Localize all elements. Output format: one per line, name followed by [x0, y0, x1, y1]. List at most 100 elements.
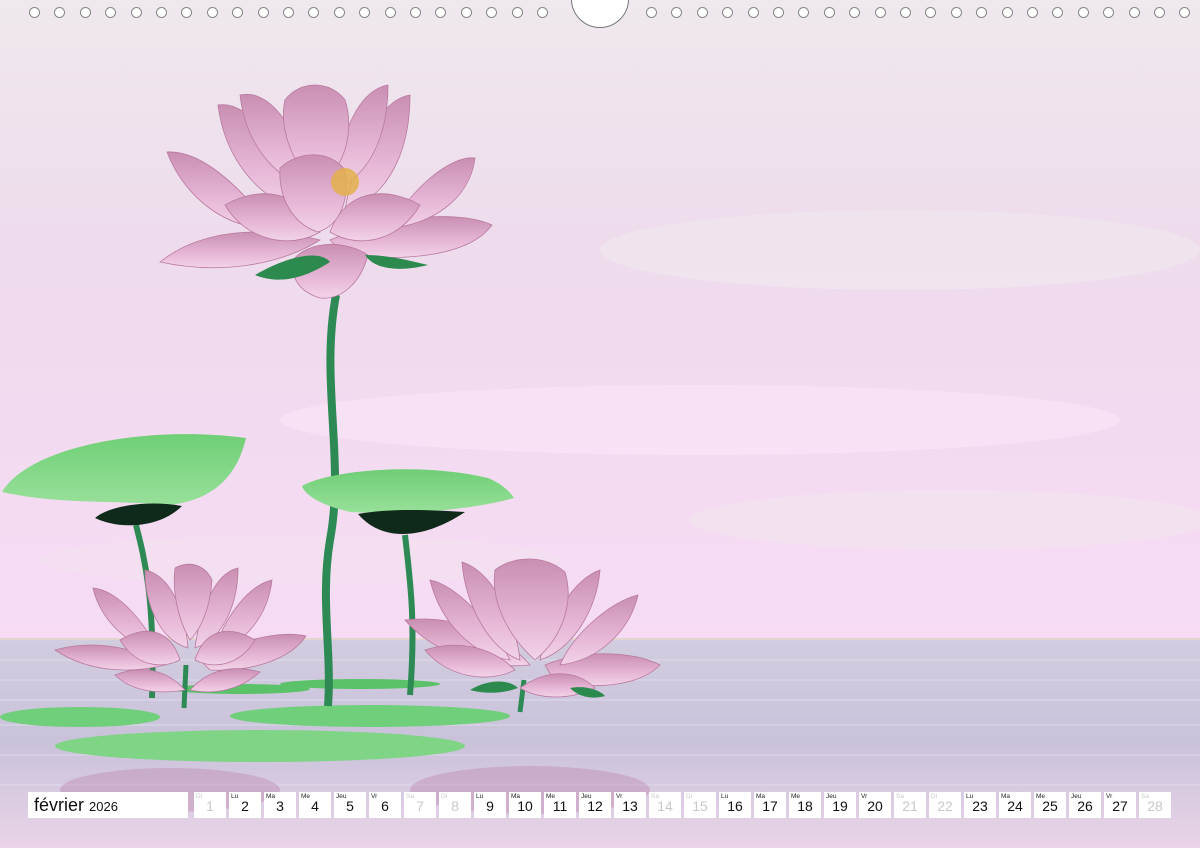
binding-hole [283, 7, 294, 18]
day-number: 16 [727, 798, 743, 814]
day-number: 6 [381, 798, 389, 814]
binding-hole [925, 7, 937, 18]
day-cells: Di 1 Lu 2 Ma 3 Me 4 Jeu 5 Vr 6 Sa 7 Di 8 Lu 9 Ma 10 Me 11 Jeu 1… [191, 792, 1171, 818]
day-cell: Lu 2 [229, 792, 261, 818]
binding-hole [384, 7, 396, 18]
day-cell: Sa 14 [649, 792, 681, 818]
binding-hole [849, 7, 861, 18]
binding-hole [1027, 7, 1038, 18]
day-cell: Lu 16 [719, 792, 751, 818]
calendar-strip: février 2026 Di 1 Lu 2 Ma 3 Me 4 Jeu 5 Vr 6 Sa 7 Di 8 Lu… [28, 792, 1171, 818]
day-cell: Jeu 5 [334, 792, 366, 818]
binding-hole [181, 7, 193, 18]
day-number: 1 [206, 798, 214, 814]
day-cell: Di 15 [684, 792, 716, 818]
day-number: 22 [937, 798, 953, 814]
binding-hole [900, 7, 911, 18]
day-number: 11 [552, 798, 568, 814]
day-cell: Di 22 [929, 792, 961, 818]
binding-hole [671, 7, 683, 18]
binding-hole [333, 7, 345, 18]
day-number: 14 [657, 798, 673, 814]
day-number: 27 [1112, 798, 1128, 814]
day-number: 28 [1147, 798, 1163, 814]
day-number: 15 [692, 798, 708, 814]
day-cell: Me 11 [544, 792, 576, 818]
day-number: 12 [587, 798, 603, 814]
day-cell: Ma 3 [264, 792, 296, 818]
day-cell: Jeu 12 [579, 792, 611, 818]
binding-hole [511, 7, 523, 18]
day-number: 21 [902, 798, 918, 814]
day-cell: Ma 10 [509, 792, 541, 818]
binding-hole [646, 7, 657, 18]
calendar-hanger [571, 0, 629, 28]
binding-hole [950, 7, 962, 18]
binding-hole [722, 7, 734, 18]
binding-hole [874, 7, 886, 18]
day-cell: Me 25 [1034, 792, 1066, 818]
binding-hole [1052, 7, 1064, 18]
binding-hole [410, 7, 421, 18]
binding-hole [1128, 7, 1140, 18]
binding-hole [308, 7, 320, 18]
day-cell: Ma 24 [999, 792, 1031, 818]
month-year: 2026 [89, 798, 118, 814]
day-cell: Me 18 [789, 792, 821, 818]
day-number: 24 [1007, 798, 1023, 814]
binding-hole [773, 7, 784, 18]
day-number: 4 [311, 798, 319, 814]
binding-hole [206, 7, 218, 18]
binding-hole [435, 7, 447, 18]
day-cell: Vr 6 [369, 792, 401, 818]
day-cell: Vr 13 [614, 792, 646, 818]
day-cell: Sa 28 [1139, 792, 1171, 818]
lotus-scene-image [0, 0, 1200, 848]
day-number: 26 [1077, 798, 1093, 814]
day-number: 25 [1042, 798, 1058, 814]
day-cell: Jeu 19 [824, 792, 856, 818]
binding-hole [823, 7, 835, 18]
day-number: 18 [797, 798, 813, 814]
calendar-binding [0, 0, 1200, 30]
day-cell: Lu 23 [964, 792, 996, 818]
day-number: 9 [486, 798, 494, 814]
day-number: 8 [451, 798, 459, 814]
binding-hole [156, 7, 167, 18]
binding-hole [798, 7, 810, 18]
day-cell: Lu 9 [474, 792, 506, 818]
day-number: 3 [276, 798, 284, 814]
day-cell: Di 1 [194, 792, 226, 818]
day-cell: Ma 17 [754, 792, 786, 818]
binding-hole [460, 7, 472, 18]
day-number: 7 [416, 798, 424, 814]
binding-hole [976, 7, 988, 18]
day-cell: Vr 27 [1104, 792, 1136, 818]
day-number: 5 [346, 798, 354, 814]
binding-hole [696, 7, 708, 18]
day-cell: Sa 7 [404, 792, 436, 818]
binding-hole [29, 7, 40, 18]
day-number: 17 [762, 798, 778, 814]
day-number: 13 [622, 798, 638, 814]
binding-hole [1103, 7, 1115, 18]
month-name: février [34, 794, 85, 815]
day-cell: Jeu 26 [1069, 792, 1101, 818]
binding-hole [130, 7, 142, 18]
day-number: 19 [832, 798, 848, 814]
day-cell: Sa 21 [894, 792, 926, 818]
binding-hole [79, 7, 91, 18]
day-number: 23 [972, 798, 988, 814]
binding-hole [1001, 7, 1013, 18]
binding-hole [1154, 7, 1165, 18]
month-label: février 2026 [28, 792, 188, 818]
day-cell: Di 8 [439, 792, 471, 818]
binding-hole [486, 7, 498, 18]
day-number: 20 [867, 798, 883, 814]
binding-hole [537, 7, 548, 18]
day-number: 10 [517, 798, 533, 814]
binding-hole [1179, 7, 1191, 18]
binding-hole [54, 7, 66, 18]
binding-hole [232, 7, 244, 18]
binding-hole [1077, 7, 1089, 18]
